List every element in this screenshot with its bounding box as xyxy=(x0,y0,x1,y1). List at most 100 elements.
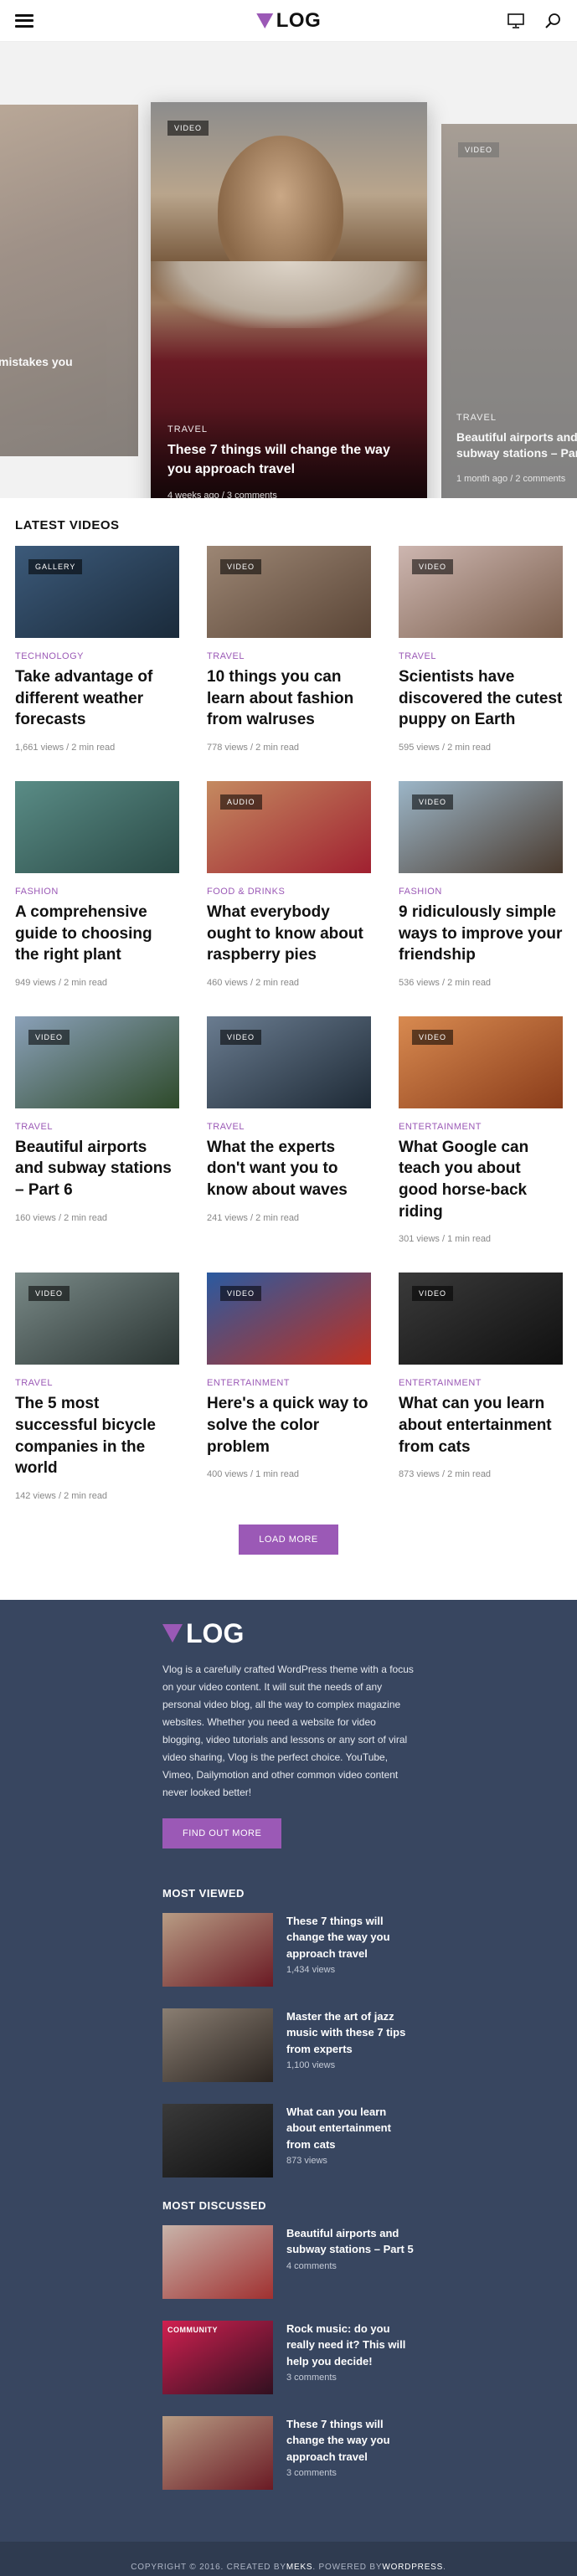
card-category[interactable]: ENTERTAINMENT xyxy=(399,1378,563,1388)
card-category[interactable]: ENTERTAINMENT xyxy=(207,1378,371,1388)
video-thumbnail[interactable]: AUDIO xyxy=(207,780,371,873)
card-category[interactable]: TRAVEL xyxy=(15,1378,179,1388)
widget-post[interactable]: These 7 things will change the way you a… xyxy=(162,1912,414,1987)
card-title[interactable]: 10 things you can learn about fashion fr… xyxy=(207,666,371,731)
video-card[interactable]: VIDEO TRAVEL Beautiful airports and subway… xyxy=(15,1015,179,1245)
video-card[interactable]: VIDEO FASHION 9 ridiculously simple ways t… xyxy=(399,780,563,988)
video-thumbnail[interactable]: GALLERY xyxy=(15,546,179,638)
card-category[interactable]: TRAVEL xyxy=(399,651,563,661)
slide-category[interactable]: TRAVEL xyxy=(167,424,410,434)
card-category[interactable]: ENTERTAINMENT xyxy=(399,1122,563,1132)
post-title[interactable]: What can you learn about entertainment f… xyxy=(286,2104,414,2153)
video-card[interactable]: VIDEO TRAVEL Scientists have discovered th… xyxy=(399,546,563,753)
video-thumbnail[interactable]: VIDEO xyxy=(207,546,371,638)
post-title[interactable]: Master the art of jazz music with these … xyxy=(286,2008,414,2058)
video-card[interactable]: VIDEO ENTERTAINMENT What can you learn abo… xyxy=(399,1273,563,1501)
video-card[interactable]: VIDEO TRAVEL 10 things you can learn about… xyxy=(207,546,371,753)
card-title[interactable]: Here's a quick way to solve the color pr… xyxy=(207,1393,371,1458)
card-title[interactable]: A comprehensive guide to choosing the ri… xyxy=(15,902,179,966)
most-viewed-title: MOST VIEWED xyxy=(162,1886,245,1900)
meks-link[interactable]: MEKS xyxy=(286,2563,313,2572)
post-thumbnail[interactable] xyxy=(162,1912,273,1987)
video-thumbnail[interactable]: VIDEO xyxy=(399,546,563,638)
post-meta: 3 comments xyxy=(286,2373,337,2383)
video-thumbnail[interactable]: VIDEO xyxy=(15,1273,179,1365)
video-card[interactable]: VIDEO ENTERTAINMENT What Google can teach … xyxy=(399,1015,563,1245)
card-category[interactable]: FOOD & DRINKS xyxy=(207,887,371,897)
card-title[interactable]: Take advantage of different weather fore… xyxy=(15,666,179,731)
header-actions xyxy=(507,12,562,30)
card-title[interactable]: Beautiful airports and subway stations –… xyxy=(15,1137,179,1201)
menu-icon[interactable] xyxy=(15,13,33,28)
video-card[interactable]: VIDEO TRAVEL What the experts don't want y… xyxy=(207,1015,371,1245)
widget-post[interactable]: These 7 things will change the way you a… xyxy=(162,2415,414,2490)
video-thumbnail[interactable]: VIDEO xyxy=(207,1015,371,1108)
post-thumbnail[interactable] xyxy=(162,2415,273,2490)
post-thumbnail[interactable] xyxy=(162,2103,273,2178)
video-thumbnail[interactable]: VIDEO xyxy=(15,1015,179,1108)
card-meta: 160 views / 2 min read xyxy=(15,1212,108,1223)
card-category[interactable]: TRAVEL xyxy=(207,1122,371,1132)
post-title[interactable]: Rock music: do you really need it? This … xyxy=(286,2321,414,2370)
slide-caption: TRAVEL Beautiful airports and subway sta… xyxy=(456,413,577,484)
video-thumbnail[interactable]: VIDEO xyxy=(399,780,563,873)
video-card[interactable]: VIDEO ENTERTAINMENT Here's a quick way to … xyxy=(207,1273,371,1501)
video-thumbnail[interactable]: VIDEO xyxy=(399,1015,563,1108)
slide-image-detail xyxy=(151,261,427,328)
card-category[interactable]: TRAVEL xyxy=(15,1122,179,1132)
post-thumbnail[interactable] xyxy=(162,2224,273,2299)
post-text: Beautiful airports and subway stations –… xyxy=(286,2225,414,2299)
post-title[interactable]: These 7 things will change the way you a… xyxy=(286,1913,414,1962)
card-title[interactable]: What can you learn about entertainment f… xyxy=(399,1393,563,1458)
widget-post[interactable]: What can you learn about entertainment f… xyxy=(162,2103,414,2178)
post-title[interactable]: Beautiful airports and subway stations –… xyxy=(286,2225,414,2258)
video-card[interactable]: AUDIO FOOD & DRINKS What everybody ought t… xyxy=(207,780,371,988)
card-meta: 301 views / 1 min read xyxy=(399,1234,492,1245)
video-card[interactable]: VIDEO TRAVEL The 5 most successful bicycle… xyxy=(15,1273,179,1501)
post-text: These 7 things will change the way you a… xyxy=(286,1913,414,1987)
video-card[interactable]: GALLERY TECHNOLOGY Take advantage of diffe… xyxy=(15,546,179,753)
find-out-more-button[interactable]: FIND OUT MORE xyxy=(162,1818,282,1848)
card-category[interactable]: FASHION xyxy=(399,887,563,897)
format-badge: VIDEO xyxy=(220,1029,262,1045)
card-category[interactable]: TECHNOLOGY xyxy=(15,651,179,661)
site-logo[interactable]: LOG xyxy=(255,9,322,33)
carousel-slide-left[interactable]: atis mistakes you xyxy=(0,105,138,456)
card-title[interactable]: The 5 most successful bicycle companies … xyxy=(15,1393,179,1479)
section-title: LATEST VIDEOS xyxy=(15,518,120,532)
wordpress-link[interactable]: WORDPRESS xyxy=(382,2563,443,2572)
post-title[interactable]: These 7 things will change the way you a… xyxy=(286,2416,414,2465)
card-meta: 949 views / 2 min read xyxy=(15,977,108,988)
monitor-icon[interactable] xyxy=(507,12,525,30)
widget-post[interactable]: Master the art of jazz music with these … xyxy=(162,2008,414,2082)
card-category[interactable]: FASHION xyxy=(15,887,179,897)
video-thumbnail[interactable]: VIDEO xyxy=(399,1273,563,1365)
card-title[interactable]: Scientists have discovered the cutest pu… xyxy=(399,666,563,731)
post-meta: 1,434 views xyxy=(286,1965,336,1976)
slide-title: Beautiful airports and subway stations –… xyxy=(456,429,577,460)
footer-logo[interactable]: LOG xyxy=(162,1618,414,1649)
load-more-button[interactable]: LOAD MORE xyxy=(239,1524,338,1555)
carousel-slide-right[interactable]: VIDEO TRAVEL Beautiful airports and subw… xyxy=(441,124,577,498)
copyright-suffix: . xyxy=(443,2563,446,2573)
post-thumbnail[interactable]: COMMUNITY xyxy=(162,2320,273,2394)
card-meta: 595 views / 2 min read xyxy=(399,742,492,753)
widget-post[interactable]: Beautiful airports and subway stations –… xyxy=(162,2224,414,2299)
search-icon[interactable] xyxy=(544,12,562,30)
post-text: These 7 things will change the way you a… xyxy=(286,2416,414,2490)
card-title[interactable]: What everybody ought to know about raspb… xyxy=(207,902,371,966)
card-title[interactable]: What the experts don't want you to know … xyxy=(207,1137,371,1201)
widget-post[interactable]: COMMUNITY Rock music: do you really need … xyxy=(162,2320,414,2394)
video-card[interactable]: FASHION A comprehensive guide to choosing… xyxy=(15,780,179,988)
card-title[interactable]: 9 ridiculously simple ways to improve yo… xyxy=(399,902,563,966)
card-title[interactable]: What Google can teach you about good hor… xyxy=(399,1137,563,1223)
video-thumbnail[interactable]: VIDEO xyxy=(207,1273,371,1365)
slide-title[interactable]: These 7 things will change the way you a… xyxy=(167,441,410,479)
format-badge: VIDEO xyxy=(220,559,262,574)
logo-text: LOG xyxy=(186,1617,245,1648)
post-thumbnail[interactable] xyxy=(162,2008,273,2082)
card-category[interactable]: TRAVEL xyxy=(207,651,371,661)
carousel-slide-active[interactable]: VIDEO TRAVEL These 7 things will change … xyxy=(151,102,427,498)
copyright-prefix: COPYRIGHT © 2016. CREATED BY xyxy=(131,2563,286,2573)
video-thumbnail[interactable] xyxy=(15,780,179,873)
